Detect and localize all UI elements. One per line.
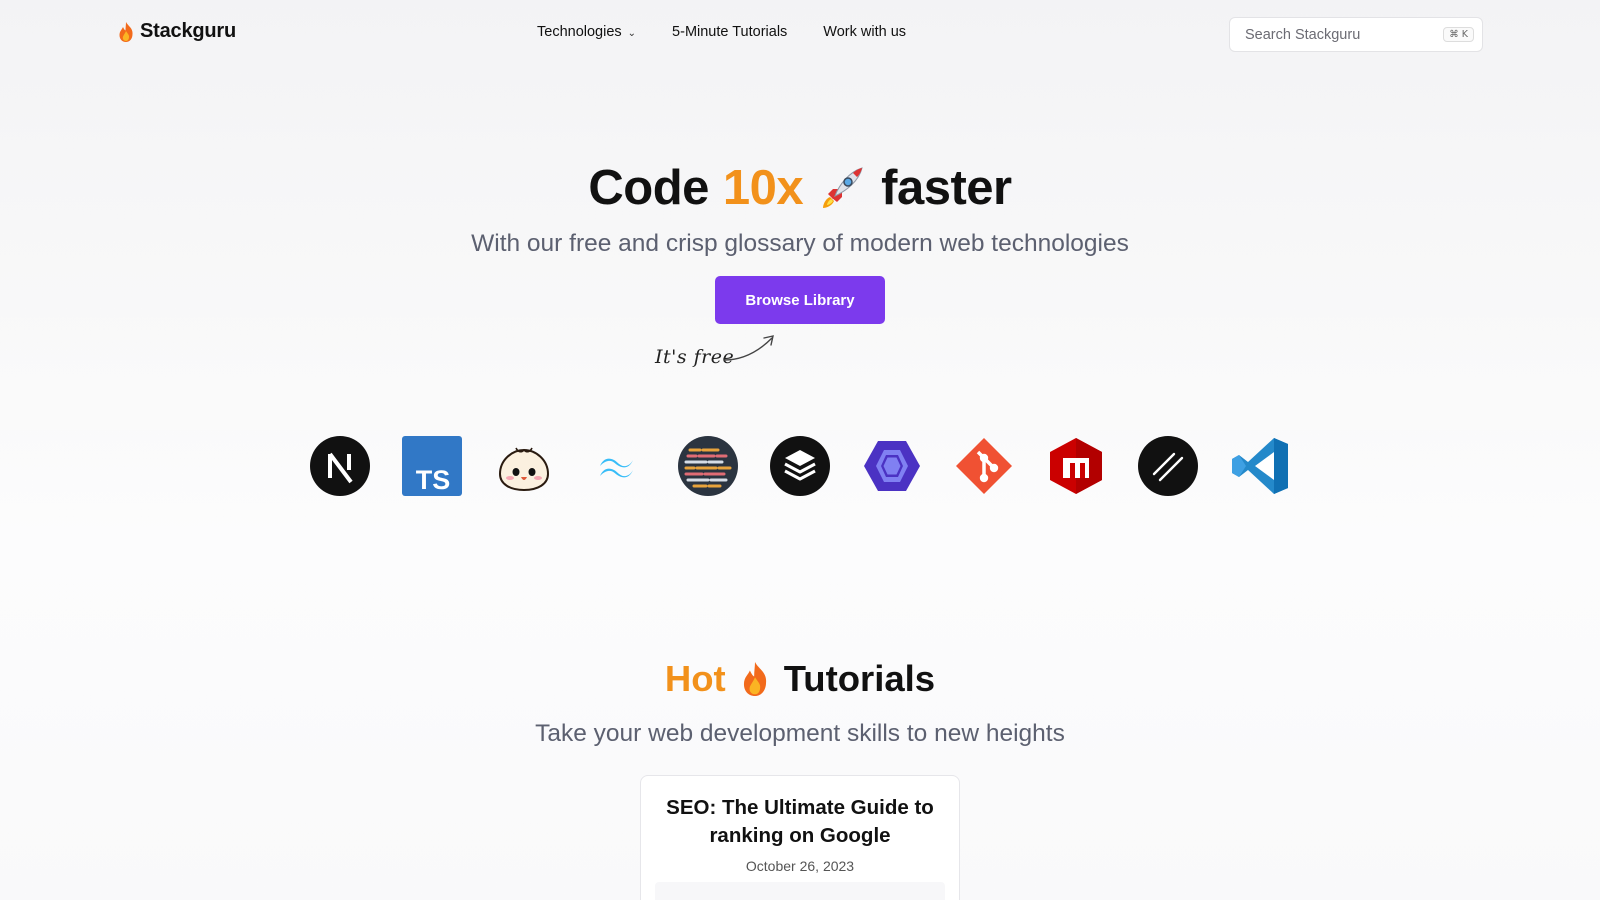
nav-technologies-label: Technologies xyxy=(537,24,622,40)
tutorial-card-image xyxy=(655,882,945,900)
vscode-icon[interactable] xyxy=(1230,436,1290,496)
typescript-icon[interactable]: TS xyxy=(402,436,462,496)
nav-tutorials[interactable]: 5-Minute Tutorials xyxy=(672,24,787,40)
technology-icons-row: TS xyxy=(0,436,1600,496)
eslint-icon[interactable] xyxy=(862,436,922,496)
hero-title-prefix: Code xyxy=(588,161,709,215)
nav-work-with-us[interactable]: Work with us xyxy=(823,24,906,40)
git-icon[interactable] xyxy=(954,436,1014,496)
tutorial-card[interactable]: SEO: The Ultimate Guide to ranking on Go… xyxy=(640,775,960,900)
linear-icon[interactable] xyxy=(1138,436,1198,496)
tutorials-subtitle: Take your web development skills to new … xyxy=(535,720,1065,747)
nextjs-icon[interactable] xyxy=(310,436,370,496)
tutorials-title-accent: Hot xyxy=(664,658,726,699)
browse-library-button[interactable]: Browse Library xyxy=(715,276,885,324)
tutorials-title-suffix: Tutorials xyxy=(783,658,936,699)
tutorial-card-date: October 26, 2023 xyxy=(745,858,855,874)
tutorial-card-title: SEO: The Ultimate Guide to ranking on Go… xyxy=(666,796,934,847)
rocket-icon xyxy=(823,167,863,208)
search-shortcut-badge: ⌘ K xyxy=(1443,27,1474,42)
hero-subtitle: With our free and crisp glossary of mode… xyxy=(471,230,1129,257)
bun-icon[interactable] xyxy=(494,436,554,496)
code-editor-icon[interactable] xyxy=(678,436,738,496)
tailwind-icon[interactable] xyxy=(586,436,646,496)
flame-icon xyxy=(119,21,133,42)
curved-arrow-icon xyxy=(723,335,774,361)
svg-text:TS: TS xyxy=(416,465,451,495)
stack-layers-icon[interactable] xyxy=(770,436,830,496)
hero-title: Code 10x faster xyxy=(0,160,1600,216)
site-header: Stackguru Technologies ⌄ 5-Minute Tutori… xyxy=(0,0,1600,68)
brand-name: Stackguru xyxy=(140,20,237,42)
npm-icon[interactable] xyxy=(1046,436,1106,496)
nav-technologies[interactable]: Technologies ⌄ xyxy=(537,24,636,40)
search-input[interactable] xyxy=(1245,26,1444,43)
chevron-down-icon: ⌄ xyxy=(627,27,637,39)
main-nav: Technologies ⌄ 5-Minute Tutorials Work w… xyxy=(537,24,906,40)
hero-title-accent: 10x xyxy=(722,161,804,215)
hero-title-suffix: faster xyxy=(881,161,1012,215)
search-box[interactable]: ⌘ K xyxy=(1229,17,1483,52)
tutorials-section-title: Hot Tutorials xyxy=(0,657,1600,701)
nav-work-with-us-label: Work with us xyxy=(823,24,907,40)
flame-icon xyxy=(743,662,766,696)
brand-logo[interactable]: Stackguru xyxy=(116,20,236,43)
nav-tutorials-label: 5-Minute Tutorials xyxy=(672,24,788,40)
